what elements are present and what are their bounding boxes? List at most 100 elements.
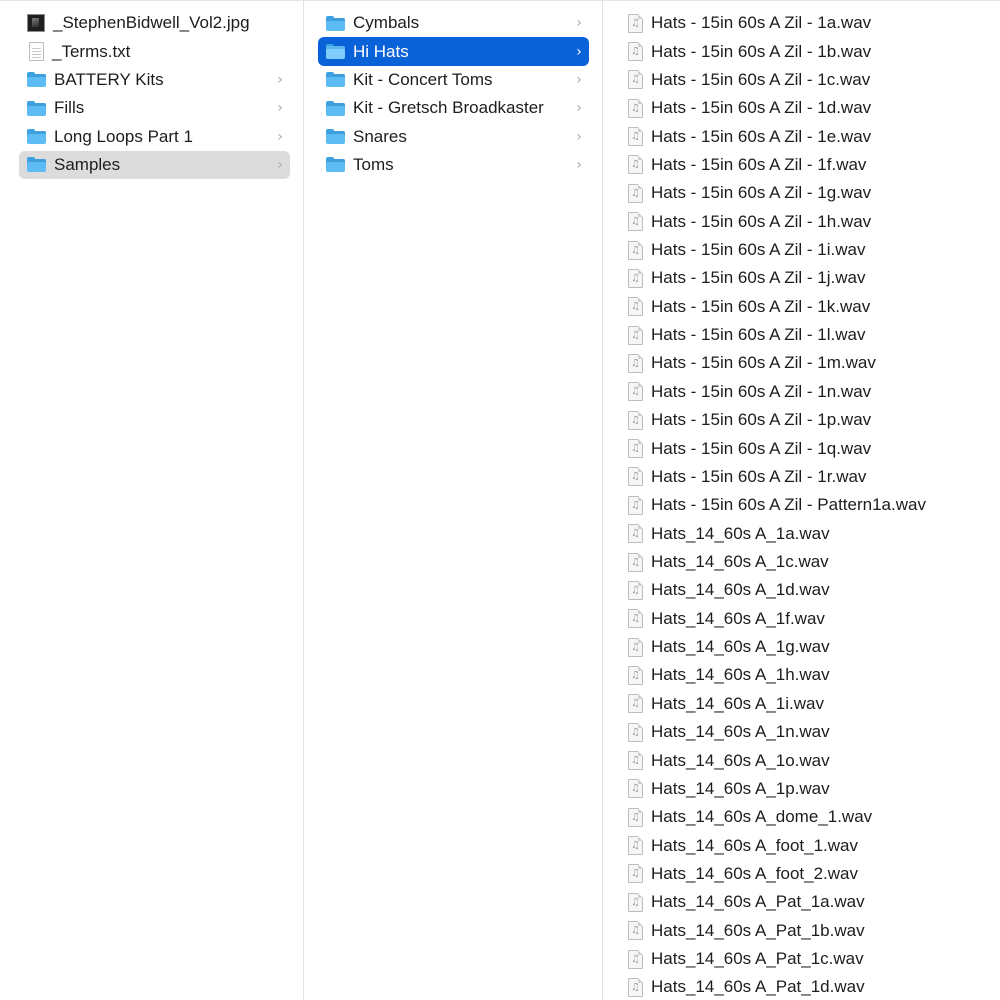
audio-file-icon: ♫ (628, 70, 643, 90)
column3-list-item[interactable]: ♫ Hats - 15in 60s A Zil - 1e.wav (618, 122, 994, 150)
item-label: Hats_14_60s A_foot_2.wav (651, 863, 858, 883)
column3-list-item[interactable]: ♫ Hats_14_60s A_foot_2.wav (618, 860, 994, 888)
column3-list-item[interactable]: ♫ Hats - 15in 60s A Zil - 1h.wav (618, 208, 994, 236)
column3-list-item[interactable]: ♫ Hats_14_60s A_foot_1.wav (618, 831, 994, 859)
column3-list-item[interactable]: ♫ Hats_14_60s A_1d.wav (618, 576, 994, 604)
item-label: Hats - 15in 60s A Zil - 1g.wav (651, 183, 872, 203)
chevron-right-icon: › (576, 128, 582, 145)
column1-list-item[interactable]: Samples › (19, 150, 290, 180)
item-label: Hats - 15in 60s A Zil - 1e.wav (651, 126, 872, 146)
item-label: Hats_14_60s A_1p.wav (651, 778, 830, 798)
folder-icon (326, 72, 345, 88)
item-label: Hats_14_60s A_Pat_1d.wav (651, 977, 865, 997)
audio-file-icon: ♫ (628, 552, 643, 572)
column3-list-item[interactable]: ♫ Hats - 15in 60s A Zil - 1c.wav (618, 66, 994, 94)
item-label: Hats_14_60s A_dome_1.wav (651, 807, 873, 827)
item-label: Hats - 15in 60s A Zil - 1d.wav (651, 98, 872, 118)
column3-list-item[interactable]: ♫ Hats - 15in 60s A Zil - 1a.wav (618, 9, 994, 37)
folder-icon (326, 15, 345, 31)
audio-file-icon: ♫ (628, 949, 643, 969)
item-label: Hats - 15in 60s A Zil - 1c.wav (651, 69, 871, 89)
column3-list-item[interactable]: ♫ Hats - 15in 60s A Zil - 1g.wav (618, 179, 994, 207)
column2-list-item[interactable]: Cymbals › (318, 9, 589, 37)
item-label: Hats - 15in 60s A Zil - 1n.wav (651, 381, 872, 401)
item-label: Hats - 15in 60s A Zil - 1a.wav (651, 13, 872, 33)
column3-list-item[interactable]: ♫ Hats - 15in 60s A Zil - 1d.wav (618, 94, 994, 122)
column3-list-item[interactable]: ♫ Hats_14_60s A_Pat_1a.wav (618, 888, 994, 916)
column2-list-item[interactable]: Toms › (318, 151, 589, 179)
column3-list-item[interactable]: ♫ Hats - 15in 60s A Zil - 1r.wav (618, 463, 994, 491)
column2-list-item[interactable]: Kit - Concert Toms › (318, 66, 589, 94)
audio-file-icon: ♫ (628, 410, 643, 430)
item-label: Hats_14_60s A_1f.wav (651, 608, 825, 628)
column3-list-item[interactable]: ♫ Hats - 15in 60s A Zil - 1i.wav (618, 236, 994, 264)
column3-list-item[interactable]: ♫ Hats - 15in 60s A Zil - 1j.wav (618, 264, 994, 292)
item-label: _StephenBidwell_Vol2.jpg (53, 13, 250, 33)
column-root[interactable]: _StephenBidwell_Vol2.jpg _Terms.txt BATTER… (0, 1, 304, 1000)
column3-list-item[interactable]: ♫ Hats - 15in 60s A Zil - 1n.wav (618, 378, 994, 406)
column1-list-item[interactable]: BATTERY Kits › (19, 66, 290, 94)
column3-list-item[interactable]: ♫ Hats - 15in 60s A Zil - 1l.wav (618, 321, 994, 349)
column3-list-item[interactable]: ♫ Hats_14_60s A_1c.wav (618, 548, 994, 576)
column3-list-item[interactable]: ♫ Hats_14_60s A_dome_1.wav (618, 803, 994, 831)
item-label: Hats_14_60s A_1g.wav (651, 637, 830, 657)
column2-list-item[interactable]: Snares › (318, 122, 589, 150)
column3-list-item[interactable]: ♫ Hats - 15in 60s A Zil - Pattern1a.wav (618, 491, 994, 519)
column3-list-item[interactable]: ♫ Hats_14_60s A_1o.wav (618, 746, 994, 774)
item-label: Snares (353, 126, 407, 146)
column3-list-item[interactable]: ♫ Hats_14_60s A_1g.wav (618, 633, 994, 661)
audio-file-icon: ♫ (628, 807, 643, 827)
chevron-right-icon: › (576, 100, 582, 117)
chevron-right-icon: › (277, 100, 283, 117)
column3-list-item[interactable]: ♫ Hats_14_60s A_1f.wav (618, 605, 994, 633)
column3-list-item[interactable]: ♫ Hats_14_60s A_Pat_1b.wav (618, 917, 994, 945)
item-label: Hats_14_60s A_1i.wav (651, 693, 824, 713)
column3-list-item[interactable]: ♫ Hats_14_60s A_1h.wav (618, 661, 994, 689)
column3-list-item[interactable]: ♫ Hats - 15in 60s A Zil - 1m.wav (618, 349, 994, 377)
column-samples[interactable]: Cymbals › Hi Hats › Kit - Concert Toms › Kit -… (305, 1, 603, 1000)
audio-file-icon: ♫ (628, 637, 643, 657)
column3-list-item[interactable]: ♫ Hats - 15in 60s A Zil - 1b.wav (618, 37, 994, 65)
item-label: Hats - 15in 60s A Zil - 1b.wav (651, 41, 872, 61)
item-label: Hats_14_60s A_Pat_1b.wav (651, 920, 865, 940)
item-label: Kit - Concert Toms (353, 69, 493, 89)
audio-file-icon: ♫ (628, 240, 643, 260)
samples-folder-list: Cymbals › Hi Hats › Kit - Concert Toms › Kit -… (305, 9, 602, 179)
audio-file-icon: ♫ (628, 665, 643, 685)
column3-list-item[interactable]: ♫ Hats - 15in 60s A Zil - 1f.wav (618, 151, 994, 179)
item-label: Hats - 15in 60s A Zil - 1m.wav (651, 353, 876, 373)
column3-list-item[interactable]: ♫ Hats_14_60s A_1i.wav (618, 690, 994, 718)
column1-list-item[interactable]: _StephenBidwell_Vol2.jpg (19, 9, 290, 37)
column2-list-item[interactable]: Kit - Gretsch Broadkaster › (318, 94, 589, 122)
column3-list-item[interactable]: ♫ Hats_14_60s A_1n.wav (618, 718, 994, 746)
column2-list-item[interactable]: Hi Hats › (318, 37, 589, 66)
item-label: _Terms.txt (52, 41, 131, 61)
item-label: Hats - 15in 60s A Zil - 1l.wav (651, 325, 866, 345)
column3-list-item[interactable]: ♫ Hats - 15in 60s A Zil - 1k.wav (618, 293, 994, 321)
column-hi-hats[interactable]: ♫ Hats - 15in 60s A Zil - 1a.wav ♫ Hats - 1… (604, 1, 1000, 1000)
item-label: Hats - 15in 60s A Zil - 1h.wav (651, 211, 872, 231)
audio-file-icon: ♫ (628, 13, 643, 33)
folder-icon (326, 100, 345, 116)
item-label: Hats - 15in 60s A Zil - 1r.wav (651, 466, 867, 486)
column3-list-item[interactable]: ♫ Hats - 15in 60s A Zil - 1p.wav (618, 406, 994, 434)
item-label: Hi Hats (353, 41, 409, 61)
chevron-right-icon: › (576, 15, 582, 32)
column3-list-item[interactable]: ♫ Hats - 15in 60s A Zil - 1q.wav (618, 434, 994, 462)
column3-list-item[interactable]: ♫ Hats_14_60s A_Pat_1c.wav (618, 945, 994, 973)
column3-list-item[interactable]: ♫ Hats_14_60s A_Pat_1d.wav (618, 973, 994, 1000)
audio-file-icon: ♫ (628, 694, 643, 714)
audio-file-icon: ♫ (628, 98, 643, 118)
item-label: Hats_14_60s A_1n.wav (651, 722, 830, 742)
audio-file-icon: ♫ (628, 183, 643, 203)
column1-list-item[interactable]: Long Loops Part 1 › (19, 122, 290, 150)
chevron-right-icon: › (277, 71, 283, 88)
column1-list-item[interactable]: _Terms.txt (19, 37, 290, 65)
column3-list-item[interactable]: ♫ Hats_14_60s A_1p.wav (618, 775, 994, 803)
column3-list-item[interactable]: ♫ Hats_14_60s A_1a.wav (618, 519, 994, 547)
item-label: Hats_14_60s A_Pat_1a.wav (651, 892, 865, 912)
chevron-right-icon: › (576, 156, 582, 173)
audio-file-icon: ♫ (628, 155, 643, 175)
finder-column-browser: _StephenBidwell_Vol2.jpg _Terms.txt BATTER… (0, 0, 1000, 1000)
column1-list-item[interactable]: Fills › (19, 94, 290, 122)
